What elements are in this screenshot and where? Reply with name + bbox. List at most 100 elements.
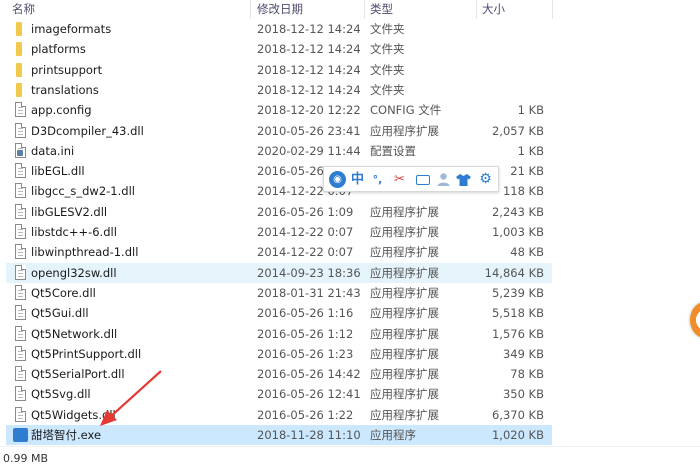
file-size: 5,239 KB [491,285,544,300]
file-name: translations [31,82,99,97]
file-name: Qt5Gui.dll [31,306,89,321]
file-row[interactable]: Qt5Core.dll 2018-01-31 21:43 应用程序扩展 5,239 K… [6,283,552,303]
file-row[interactable]: Qt5PrintSupport.dll 2016-05-26 1:23 应用程序扩展… [6,344,552,364]
file-size: 6,370 KB [491,407,544,422]
file-date-modified: 2018-12-12 14:24 [257,22,361,36]
file-row[interactable]: libwinpthread-1.dll 2014-12-22 0:07 应用程序扩展… [6,242,552,262]
ime-punctuation-icon[interactable]: °, [369,171,386,188]
column-header-row: 名称 修改日期 类型 大小 [0,0,700,19]
ime-scissors-icon[interactable]: ✂ [391,171,408,188]
file-date-modified: 2018-12-12 14:24 [257,42,361,57]
ime-skin-icon[interactable] [455,171,472,188]
file-date-modified: 2014-09-23 18:36 [257,265,361,280]
file-size: 350 KB [502,387,544,402]
file-row[interactable]: opengl32sw.dll 2014-09-23 18:36 应用程序扩展 14,8… [6,262,552,283]
file-row[interactable]: app.config 2018-12-20 12:22 CONFIG 文件 1 KB [6,100,552,120]
file-name: libstdc++-6.dll [31,225,117,239]
dll-icon [15,305,26,321]
ime-keyboard-icon[interactable] [414,171,431,188]
file-size: 2,243 KB [491,204,544,219]
file-date-modified: 2018-01-31 21:43 [257,285,361,300]
file-type: 应用程序扩展 [370,285,439,300]
file-date-modified: 2016-05-26 1:09 [257,204,354,219]
dll-icon [15,406,26,422]
file-size: 48 KB [510,245,544,260]
file-name: Qt5PrintSupport.dll [31,346,142,361]
file-size: 1,003 KB [491,225,544,239]
file-type: 文件夹 [370,62,405,77]
dll-icon [15,264,26,280]
file-name: libgcc_s_dw2-1.dll [31,184,135,199]
ime-logo-icon[interactable]: ◉ [329,171,346,188]
file-type: 配置设置 [370,143,416,158]
file-size: 1,020 KB [491,428,544,442]
column-header-type[interactable]: 类型 [364,0,393,19]
file-type: 应用程序 [370,428,416,442]
folder-icon [16,62,22,77]
ime-language-mode[interactable]: 中 [349,171,366,188]
file-name: Qt5Network.dll [31,326,118,341]
file-date-modified: 2016-05-26 1:22 [257,407,354,422]
dll-icon [15,183,26,199]
file-date-modified: 2016-05-26 12:41 [257,387,361,402]
file-size: 1,576 KB [491,326,544,341]
column-divider[interactable] [552,0,553,19]
file-row[interactable]: Qt5Gui.dll 2016-05-26 1:16 应用程序扩展 5,518 KB [6,303,552,323]
file-row[interactable]: D3Dcompiler_43.dll 2010-05-26 23:41 应用程序扩展… [6,121,552,141]
file-row[interactable]: translations 2018-12-12 14:24 文件夹 [6,80,552,100]
file-row[interactable]: libGLESV2.dll 2016-05-26 1:09 应用程序扩展 2,243 … [6,202,552,222]
file-type: 文件夹 [370,82,405,97]
ime-settings-gear-icon[interactable]: ⚙ [477,171,494,188]
dll-icon [15,386,26,402]
ini-icon [15,142,26,158]
file-name: imageformats [31,22,112,36]
file-row[interactable]: Qt5Widgets.dll 2016-05-26 1:22 应用程序扩展 6,370… [6,405,552,425]
ime-toolbar[interactable]: ◉ 中 °, ✂ ⚙ [323,166,499,192]
floating-assistant-icon[interactable] [690,302,700,338]
file-row[interactable]: Qt5Network.dll 2016-05-26 1:12 应用程序扩展 1,576… [6,324,552,344]
file-size: 21 KB [510,164,544,179]
file-date-modified: 2018-11-28 11:10 [257,428,361,442]
file-name: opengl32sw.dll [31,265,117,280]
file-row[interactable]: data.ini 2020-02-29 11:44 配置设置 1 KB [6,141,552,161]
folder-icon [16,22,22,36]
file-row[interactable]: libstdc++-6.dll 2014-12-22 0:07 应用程序扩展 1,00… [6,222,552,242]
file-row[interactable]: 甜塔智付.exe 2018-11-28 11:10 应用程序 1,020 KB [6,425,552,445]
file-type: 文件夹 [370,22,405,36]
file-type: 应用程序扩展 [370,225,439,239]
column-header-date[interactable]: 修改日期 [251,0,303,19]
file-type: 应用程序扩展 [370,346,439,361]
file-date-modified: 2016-05-26 1:12 [257,326,354,341]
column-header-size[interactable]: 大小 [476,0,505,19]
column-header-name[interactable]: 名称 [6,0,35,19]
file-type: 应用程序扩展 [370,306,439,321]
file-name: Qt5Svg.dll [31,387,91,402]
file-row[interactable]: Qt5SerialPort.dll 2016-05-26 14:42 应用程序扩展 7… [6,364,552,384]
file-icon [15,102,26,118]
dll-icon [15,224,26,239]
dll-icon [15,345,26,361]
file-name: D3Dcompiler_43.dll [31,123,144,138]
file-size: 78 KB [510,367,544,382]
file-row[interactable]: platforms 2018-12-12 14:24 文件夹 [6,39,552,59]
file-type: 应用程序扩展 [370,326,439,341]
file-row[interactable]: Qt5Svg.dll 2016-05-26 12:41 应用程序扩展 350 KB [6,384,552,404]
file-name: libEGL.dll [31,164,85,179]
file-type: 应用程序扩展 [370,245,439,260]
file-type: 文件夹 [370,42,405,57]
file-row[interactable]: printsupport 2018-12-12 14:24 文件夹 [6,60,552,80]
file-type: 应用程序扩展 [370,367,439,382]
file-size: 349 KB [502,346,544,361]
file-row[interactable]: imageformats 2018-12-12 14:24 文件夹 [6,19,552,39]
dll-icon [15,122,26,138]
status-divider [0,446,700,447]
exe-icon [13,428,28,442]
file-date-modified: 2016-05-26 [257,164,324,179]
file-date-modified: 2014-12-22 0:07 [257,245,354,260]
ime-user-icon[interactable] [435,171,452,188]
file-type: 应用程序扩展 [370,204,439,219]
file-type: CONFIG 文件 [370,103,442,118]
file-size: 14,864 KB [484,265,544,280]
dll-icon [15,163,26,179]
folder-icon [16,82,22,97]
